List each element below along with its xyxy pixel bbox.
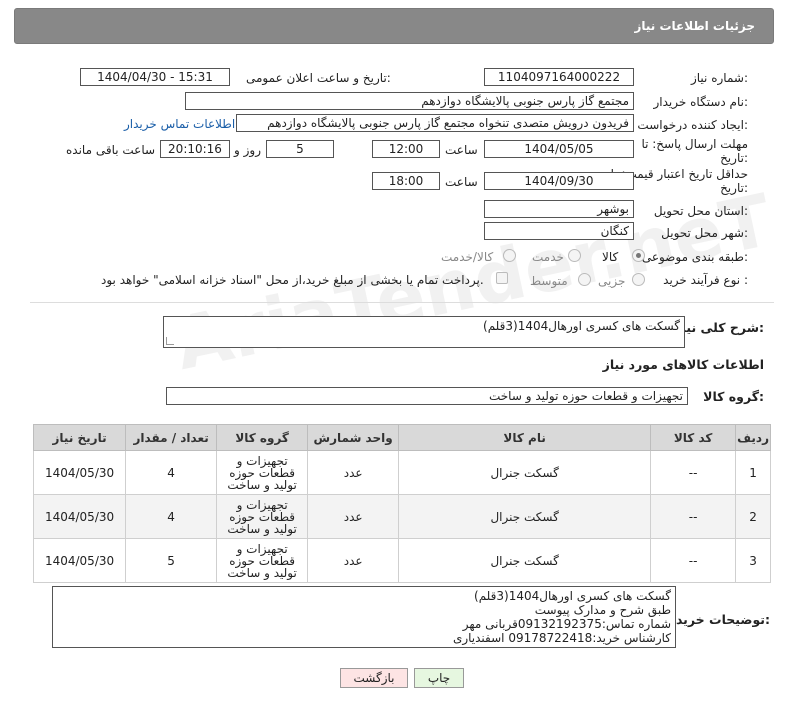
cell-code: -- xyxy=(650,538,737,583)
summary-textarea[interactable]: گسکت های کسری اورهال1404(3قلم) xyxy=(163,316,685,348)
cell-group: تجهیزات و قطعات حوزه تولید و ساخت xyxy=(216,494,309,539)
cell-name: گسکت جنرال xyxy=(398,450,652,495)
days-label: روز و xyxy=(234,143,261,157)
process-option-minor: جزیی xyxy=(598,274,626,288)
cell-code: -- xyxy=(650,494,737,539)
buyer-notes-line: گسکت های کسری اورهال1404(3قلم) xyxy=(474,589,671,603)
items-table: ردیف کد کالا نام کالا واحد شمارش گروه کا… xyxy=(32,424,771,583)
city-label: شهر محل تحویل: xyxy=(661,226,748,240)
cell-name: گسکت جنرال xyxy=(398,494,652,539)
cell-qty: 5 xyxy=(125,538,218,583)
page-title: جزئیات اطلاعات نیاز xyxy=(634,19,755,33)
goods-group-field: تجهیزات و قطعات حوزه تولید و ساخت xyxy=(166,387,688,405)
cell-date: 1404/05/30 xyxy=(32,538,127,583)
table-row: 1 -- گسکت جنرال عدد تجهیزات و قطعات حوزه… xyxy=(32,450,771,495)
deadline-time-field: 12:00 xyxy=(372,140,440,158)
col-row: ردیف xyxy=(735,424,771,451)
category-radio-goods-service[interactable] xyxy=(503,249,516,262)
treasury-checkbox[interactable] xyxy=(496,272,508,284)
cell-row: 3 xyxy=(735,538,771,583)
process-radio-medium[interactable] xyxy=(578,273,591,286)
category-option-goods-service: کالا/خدمت xyxy=(441,250,494,264)
buyer-notes-line: کارشناس خرید:09178722418 اسفندیاری xyxy=(452,631,671,645)
buyer-label: نام دستگاه خریدار: xyxy=(653,95,749,109)
col-code: کد کالا xyxy=(650,424,737,451)
cell-row: 2 xyxy=(735,494,771,539)
cell-name: گسکت جنرال xyxy=(398,538,652,583)
days-field: 5 xyxy=(266,140,334,158)
divider xyxy=(30,302,774,303)
col-group: گروه کالا xyxy=(216,424,309,451)
summary-text: گسکت های کسری اورهال1404(3قلم) xyxy=(483,319,680,333)
buyer-notes-label: توضیحات خریدار: xyxy=(664,612,770,627)
col-date: تاریخ نیاز xyxy=(32,424,127,451)
contact-info-link[interactable]: اطلاعات تماس خریدار xyxy=(124,117,235,131)
col-qty: تعداد / مقدار xyxy=(125,424,218,451)
deadline-label: مهلت ارسال پاسخ: تا تاریخ: xyxy=(641,137,748,165)
process-radio-minor[interactable] xyxy=(632,273,645,286)
cell-unit: عدد xyxy=(307,494,400,539)
process-label: نوع فرآیند خرید : xyxy=(663,273,748,287)
goods-group-label: گروه کالا: xyxy=(703,389,764,404)
cell-row: 1 xyxy=(735,450,771,495)
buyer-notes-line: شماره تماس:09132192375قربانی مهر xyxy=(462,617,671,631)
creator-field: فریدون درویش متصدی تنخواه مجتمع گاز پارس… xyxy=(236,114,634,132)
city-field: کنگان xyxy=(484,222,634,240)
cell-date: 1404/05/30 xyxy=(32,494,127,539)
deadline-date-field: 1404/05/05 xyxy=(484,140,634,158)
need-number-field: 1104097164000222 xyxy=(484,68,634,86)
announce-field: 1404/04/30 - 15:31 xyxy=(80,68,230,86)
cell-qty: 4 xyxy=(125,494,218,539)
buyer-notes-line: طبق شرح و مدارک پیوست xyxy=(534,603,671,617)
province-field: بوشهر xyxy=(484,200,634,218)
table-row: 3 -- گسکت جنرال عدد تجهیزات و قطعات حوزه… xyxy=(32,538,771,583)
category-radio-goods[interactable] xyxy=(632,249,645,262)
cell-group: تجهیزات و قطعات حوزه تولید و ساخت xyxy=(216,538,309,583)
cell-unit: عدد xyxy=(307,538,400,583)
payment-note: پرداخت تمام یا بخشی از مبلغ خرید،از محل … xyxy=(101,273,484,287)
resize-handle-icon[interactable] xyxy=(166,337,174,345)
category-option-service: خدمت xyxy=(532,250,564,264)
remaining-label: ساعت باقی مانده xyxy=(66,143,156,157)
validity-time-label: ساعت xyxy=(445,175,478,189)
announce-label: تاریخ و ساعت اعلان عمومی: xyxy=(246,71,391,85)
print-button[interactable]: چاپ xyxy=(414,668,464,688)
validity-time-field: 18:00 xyxy=(372,172,440,190)
province-label: استان محل تحویل: xyxy=(653,204,748,218)
category-radio-service[interactable] xyxy=(568,249,581,262)
col-name: نام کالا xyxy=(398,424,652,451)
cell-unit: عدد xyxy=(307,450,400,495)
creator-label: ایجاد کننده درخواست: xyxy=(637,118,748,132)
header-bar: جزئیات اطلاعات نیاز xyxy=(14,8,774,44)
buyer-notes-textarea[interactable]: گسکت های کسری اورهال1404(3قلم) طبق شرح و… xyxy=(52,586,676,648)
validity-date-field: 1404/09/30 xyxy=(484,172,634,190)
goods-section-title: اطلاعات کالاهای مورد نیاز xyxy=(602,357,764,372)
category-option-goods: کالا xyxy=(602,250,619,264)
cell-date: 1404/05/30 xyxy=(32,450,127,495)
category-label: طبقه بندی موضوعی: xyxy=(641,250,748,264)
col-unit: واحد شمارش xyxy=(307,424,400,451)
cell-qty: 4 xyxy=(125,450,218,495)
process-option-medium: متوسط xyxy=(530,274,568,288)
back-button[interactable]: بازگشت xyxy=(340,668,408,688)
cell-group: تجهیزات و قطعات حوزه تولید و ساخت xyxy=(216,450,309,495)
deadline-time-label: ساعت xyxy=(445,143,478,157)
remaining-time-field: 20:10:16 xyxy=(160,140,230,158)
table-row: 2 -- گسکت جنرال عدد تجهیزات و قطعات حوزه… xyxy=(32,494,771,539)
need-number-label: شماره نیاز: xyxy=(690,71,748,85)
summary-label: شرح کلی نیاز: xyxy=(674,320,765,335)
buyer-field: مجتمع گاز پارس جنوبی پالایشگاه دوازدهم xyxy=(185,92,634,110)
cell-code: -- xyxy=(650,450,737,495)
